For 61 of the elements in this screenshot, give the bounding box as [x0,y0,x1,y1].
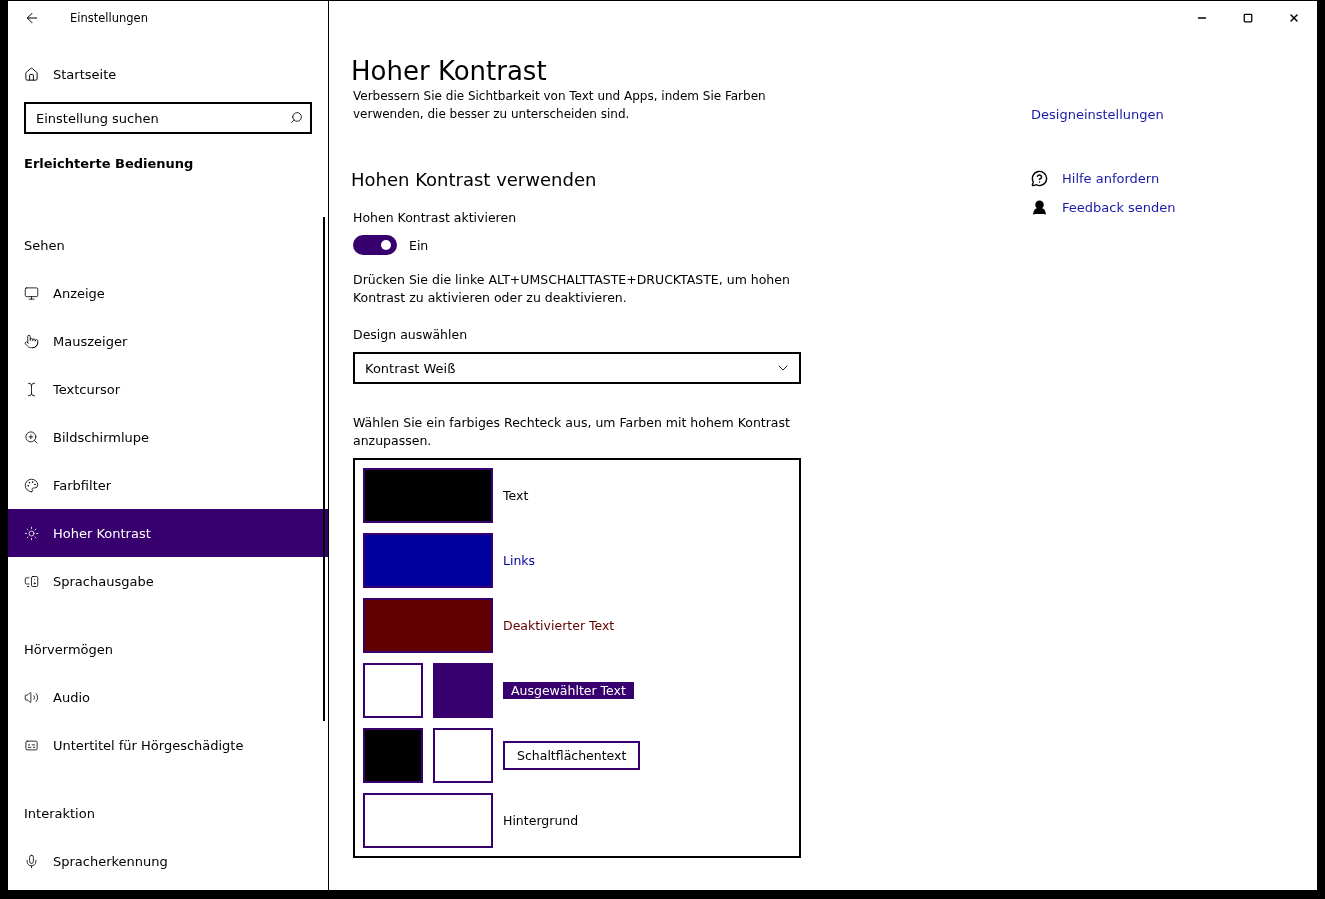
nav-item[interactable]: Farbfilter [8,461,328,509]
color-swatch[interactable] [363,728,423,783]
app-title: Einstellungen [70,11,148,25]
toggle-label: Hohen Kontrast aktivieren [353,210,518,225]
nav-item[interactable]: Untertitel für Hörgeschädigte [8,721,328,769]
color-swatch[interactable] [363,468,493,523]
home-icon [24,66,39,82]
swatch-hint: Wählen Sie ein farbiges Rechteck aus, um Farben mit hohem Kontrast anzupassen. [353,414,791,450]
toggle-state: Ein [409,237,429,253]
button-text-sample: Schaltflächentext [503,741,641,770]
hand-pointer-icon [24,333,39,349]
section-heading: Hörvermögen [23,640,114,659]
color-swatch[interactable] [363,663,423,718]
section-heading: Interaktion [23,804,96,823]
page-title: Hoher Kontrast [351,55,548,87]
close-icon [1288,12,1300,24]
color-swatch[interactable] [363,598,493,653]
swatch-label: Links [503,553,536,568]
nav-item[interactable]: Sprachausgabe [8,557,328,605]
person-icon [1031,199,1048,216]
nav-item[interactable]: Bildschirmlupe [8,413,328,461]
swatch-label: Deaktivierter Text [503,618,615,633]
selected-text-sample: Ausgewählter Text [503,682,634,699]
color-swatch[interactable] [363,533,493,588]
zoom-in-icon [24,429,39,445]
color-swatch[interactable] [363,793,493,848]
search-field[interactable]: Einstellung suchen [24,102,312,134]
search-icon [290,111,303,124]
theme-dropdown[interactable]: Kontrast Weiß [353,352,801,384]
nav-item[interactable]: Spracherkennung [8,837,328,885]
sun-icon [24,525,39,541]
link[interactable]: Hilfe anfordern [1031,170,1176,187]
captions-icon [24,737,39,753]
nav-item[interactable]: Anzeige [8,269,328,317]
back-button[interactable] [24,10,40,26]
nav-item[interactable]: Hoher Kontrast [8,509,328,557]
swatch-label: Text [503,488,529,503]
swatch-label: Hintergrund [503,813,579,828]
link[interactable]: Designeinstellungen [1031,107,1176,122]
speaker-icon [24,689,39,705]
microphone-icon [24,853,39,869]
scrollbar[interactable] [323,217,325,721]
link[interactable]: Feedback senden [1031,199,1176,216]
help-bubble-icon [1031,170,1048,187]
nav-item[interactable]: Mauszeiger [8,317,328,365]
nav-item[interactable]: Textcursor [8,365,328,413]
dropdown-label: Design auswählen [353,327,469,342]
palette-icon [24,477,39,493]
category-title: Erleichterte Bedienung [23,155,195,171]
monitor-speaker-icon [24,573,39,589]
page-description: Verbessern Sie die Sichtbarkeit von Text und Apps, indem Sie Farben verwenden, die besser zu unterscheiden sind. [353,88,767,123]
home-nav-item[interactable]: Startseite [8,51,328,97]
maximize-icon [1243,13,1253,23]
color-swatch[interactable] [433,728,493,783]
toggle-switch[interactable] [353,235,397,255]
shortcut-hint: Drücken Sie die linke ALT+UMSCHALTTASTE+DRUCKTASTE, um hohen Kontrast zu aktivieren oder zu deaktivieren. [353,271,791,307]
monitor-icon [24,285,39,301]
section-heading: Sehen [23,236,66,255]
color-swatch[interactable] [433,663,493,718]
nav-item[interactable]: Audio [8,673,328,721]
section-heading: Hohen Kontrast verwenden [351,169,598,190]
